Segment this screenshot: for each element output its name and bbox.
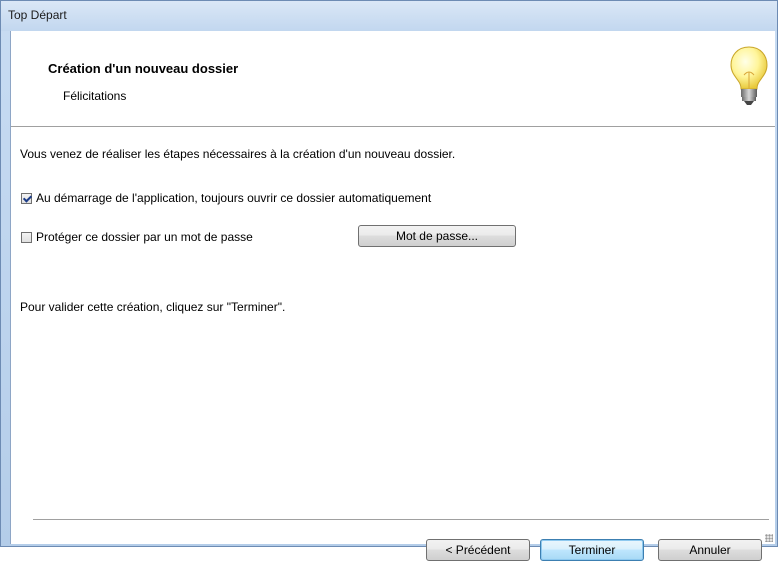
protect-label[interactable]: Protéger ce dossier par un mot de passe <box>36 230 253 244</box>
auto-open-checkbox-row[interactable]: Au démarrage de l'application, toujours … <box>21 191 431 205</box>
password-button[interactable]: Mot de passe... <box>358 225 516 247</box>
auto-open-checkbox[interactable] <box>21 192 32 204</box>
window-title: Top Départ <box>8 8 67 22</box>
page-subtitle: Félicitations <box>63 89 127 103</box>
resize-grip[interactable] <box>765 534 773 542</box>
finish-button[interactable]: Terminer <box>540 539 644 561</box>
footer-separator <box>33 519 769 521</box>
lightbulb-icon <box>730 46 768 105</box>
page-title: Création d'un nouveau dossier <box>48 61 239 76</box>
wizard-content: Vous venez de réaliser les étapes nécess… <box>11 127 775 561</box>
wizard-window: Top Départ Création d'un nouveau dossier… <box>0 0 778 561</box>
protect-checkbox[interactable] <box>21 231 32 243</box>
wizard-header: Création d'un nouveau dossier Félicitati… <box>11 31 775 127</box>
title-bar[interactable]: Top Départ <box>1 1 777 31</box>
intro-text: Vous venez de réaliser les étapes nécess… <box>20 147 456 161</box>
auto-open-label[interactable]: Au démarrage de l'application, toujours … <box>36 191 431 205</box>
cancel-button[interactable]: Annuler <box>658 539 762 561</box>
wizard-client-area: Création d'un nouveau dossier Félicitati… <box>10 31 775 561</box>
protect-checkbox-row[interactable]: Protéger ce dossier par un mot de passe <box>21 230 253 244</box>
previous-button[interactable]: < Précédent <box>426 539 530 561</box>
validate-text: Pour valider cette création, cliquez sur… <box>20 300 286 314</box>
